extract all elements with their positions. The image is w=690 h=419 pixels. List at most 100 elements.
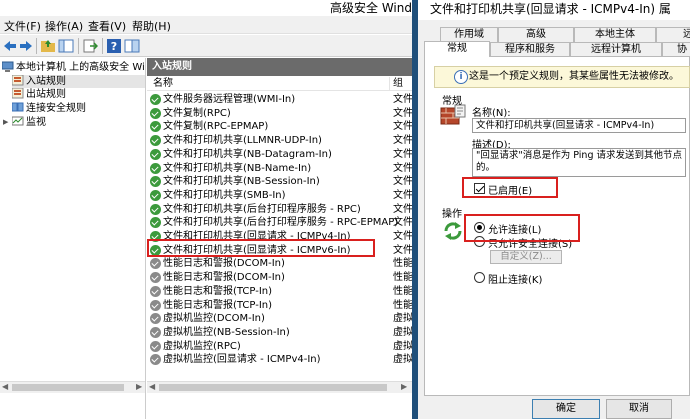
table-row[interactable]: 性能日志和警报(DCOM-In) 性能 [147,271,412,285]
tab-advanced[interactable]: 高级 [498,27,574,42]
block-connection-label[interactable]: 阻止连接(K) [488,271,542,286]
cancel-button[interactable]: 取消 [606,399,672,419]
name-field[interactable]: 文件和打印机共享(回显请求 - ICMPv4-In) [472,118,686,133]
back-arrow-icon[interactable] [2,38,18,54]
computer-firewall-icon [2,61,14,72]
table-row[interactable]: 文件和打印机共享(NB-Datagram-In) 文件 [147,148,412,162]
rule-group: 文件 [393,148,412,160]
customize-button[interactable]: 自定义(Z)... [490,250,562,264]
rule-group: 文件 [393,203,412,215]
rule-group: 文件 [393,189,412,201]
enabled-check-icon [150,94,161,105]
rule-name: 文件复制(RPC-EPMAP) [163,121,269,133]
table-row[interactable]: 文件和打印机共享(SMB-In) 文件 [147,189,412,203]
table-row[interactable]: 文件和打印机共享(后台打印程序服务 - RPC) 文件 [147,203,412,217]
table-row[interactable]: 虚拟机监控(DCOM-In) 虚拟 [147,312,412,326]
menu-view[interactable]: 查看(V) [88,18,126,34]
tree-root[interactable]: 本地计算机 上的高级安全 Wind [2,61,145,74]
rule-name: 文件和打印机共享(LLMNR-UDP-In) [163,135,322,147]
rule-group: 文件 [393,162,412,174]
rule-name: 文件和打印机共享(NB-Name-In) [163,162,312,174]
help-icon[interactable]: ? [106,38,122,54]
expand-arrow-icon[interactable]: ▶ [3,118,8,126]
connection-security-icon [12,102,24,112]
tree-label-monitoring: 监视 [26,117,46,128]
table-row[interactable]: 虚拟机监控(NB-Session-In) 虚拟 [147,326,412,340]
menu-file[interactable]: 文件(F) [4,18,41,34]
window-title: 高级安全 Wind [330,1,412,15]
rule-group: 性能 [393,272,412,284]
tree-label-inbound: 入站规则 [26,76,66,87]
rule-name: 文件和打印机共享(NB-Datagram-In) [163,148,332,160]
menu-action[interactable]: 操作(A) [45,18,83,34]
tree-item-inbound[interactable]: 入站规则 [12,75,145,88]
enabled-check-icon [150,135,161,147]
tree-item-outbound[interactable]: 出站规则 [12,88,66,101]
tree-item-monitoring[interactable]: 监视 [12,116,46,129]
tree-item-connection-security[interactable]: 连接安全规则 [12,102,86,115]
rule-group: 文件 [393,244,412,256]
title-bar: 高级安全 Wind [0,0,412,16]
tab-local-principals[interactable]: 本地主体 [574,27,656,42]
table-row[interactable]: 文件和打印机共享(NB-Session-In) 文件 [147,175,412,189]
enabled-check-icon [150,148,161,160]
table-row[interactable]: 文件和打印机共享(NB-Name-In) 文件 [147,162,412,176]
tree-horizontal-scrollbar[interactable]: ◀ ▶ [0,381,145,393]
table-row[interactable]: 文件复制(RPC-EPMAP) 文件 [147,120,412,134]
scroll-right-arrow-icon[interactable]: ▶ [401,382,407,391]
tab-programs-services[interactable]: 程序和服务 [490,42,570,57]
tab-general[interactable]: 常规 [424,41,490,57]
tab-remote-users[interactable]: 远 [656,27,690,42]
table-row[interactable]: 文件服务器远程管理(WMI-In) 文件 [147,93,412,107]
rule-name: 虚拟机监控(DCOM-In) [163,313,265,325]
menu-help[interactable]: 帮助(H) [132,18,171,34]
table-row[interactable]: 虚拟机监控(回显请求 - ICMPv4-In) 虚拟 [147,353,412,367]
forward-arrow-icon[interactable] [18,38,34,54]
table-row[interactable]: 性能日志和警报(TCP-In) 性能 [147,299,412,313]
disabled-check-icon [150,272,161,284]
table-row[interactable]: 文件和打印机共享(LLMNR-UDP-In) 文件 [147,134,412,148]
mmc-window: 高级安全 Wind 文件(F) 操作(A) 查看(V) 帮助(H) ? 本地计算… [0,0,412,419]
up-folder-icon[interactable] [40,38,56,54]
column-divider[interactable] [389,77,390,91]
info-icon: i [454,70,468,84]
ok-button[interactable]: 确定 [532,399,600,419]
table-row[interactable]: 性能日志和警报(TCP-In) 性能 [147,285,412,299]
column-header-group[interactable]: 组 [393,77,403,91]
scroll-right-arrow-icon[interactable]: ▶ [136,382,142,391]
tab-protocols[interactable]: 协 [662,42,690,57]
column-header-name[interactable]: 名称 [153,77,173,91]
export-list-icon[interactable] [82,38,98,54]
scroll-left-arrow-icon[interactable]: ◀ [149,382,155,391]
scroll-left-arrow-icon[interactable]: ◀ [2,382,8,391]
enabled-check-icon [150,176,161,188]
block-connection-radio[interactable] [474,272,485,283]
rule-name: 文件和打印机共享(后台打印程序服务 - RPC) [163,203,361,215]
enabled-check-icon [150,189,161,201]
rule-name: 文件服务器远程管理(WMI-In) [163,94,296,105]
table-row[interactable]: 文件和打印机共享(后台打印程序服务 - RPC-EPMAP) 文件 [147,216,412,230]
show-hide-tree-icon[interactable] [58,38,74,54]
properties-icon[interactable] [124,38,140,54]
dialog-title: 文件和打印机共享(回显请求 - ICMPv4-In) 属 [418,0,690,20]
rule-group: 性能 [393,285,412,297]
rule-group: 文件 [393,121,412,133]
list-horizontal-scrollbar[interactable]: ◀ ▶ [147,381,412,393]
svg-text:?: ? [111,40,117,53]
scroll-thumb[interactable] [12,384,124,391]
rule-group: 虚拟 [393,313,412,325]
rule-group: 性能 [393,258,412,270]
table-row[interactable]: 性能日志和警报(DCOM-In) 性能 [147,257,412,271]
table-row[interactable]: 文件复制(RPC) 文件 [147,107,412,121]
disabled-check-icon [150,299,161,311]
table-row[interactable]: 虚拟机监控(RPC) 虚拟 [147,340,412,354]
rule-group: 性能 [393,299,412,311]
highlight-box-enabled [462,177,558,198]
tab-remote-computers[interactable]: 远程计算机 [570,42,662,57]
section-action-label: 操作 [442,209,462,220]
tab-scope[interactable]: 作用域 [440,27,498,42]
scroll-thumb[interactable] [159,384,387,391]
description-field[interactable]: "回显请求"消息是作为 Ping 请求发送到其他节点的。 [472,148,686,177]
disabled-check-icon [150,285,161,297]
rule-name: 文件复制(RPC) [163,107,231,119]
